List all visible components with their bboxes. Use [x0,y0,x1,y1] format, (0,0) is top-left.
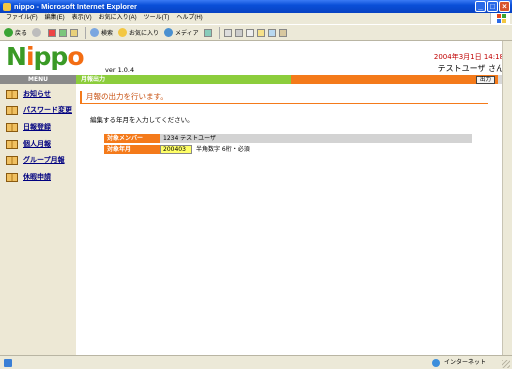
menu-help[interactable]: ヘルプ(H) [176,13,202,24]
sidebar-heading: MENU [0,75,76,84]
globe-icon [432,359,440,367]
section-bar-accent [291,75,498,84]
favorites-label: お気に入り [129,31,160,37]
book-icon [6,155,18,165]
menu-tools[interactable]: ツール(T) [144,13,170,24]
sidebar-item-password[interactable]: パスワード変更 [6,104,72,116]
sidebar-item-notice[interactable]: お知らせ [6,88,51,100]
sidebar-item-daily-report[interactable]: 日報登録 [6,121,51,133]
menu-view[interactable]: 表示(V) [72,13,92,24]
search-button[interactable]: 検索 [90,28,113,37]
status-bar: インターネット [0,355,512,369]
windows-logo-icon [490,13,510,24]
member-label: 対象メンバー [104,134,160,143]
forward-button[interactable] [32,28,43,37]
sidebar-item-label[interactable]: パスワード変更 [23,105,72,115]
star-icon [118,28,128,37]
user-name: テストユーザ さん [437,64,504,73]
yearmonth-row: 対象年月 200403 半角数字 6桁・必須 [104,145,472,154]
back-button[interactable]: 戻る [4,28,27,37]
zone-label: インターネット [444,360,487,366]
back-arrow-icon [4,28,13,37]
toolbar-separator [218,26,220,39]
media-button[interactable]: メディア [164,28,199,37]
current-datetime: 2004年3月1日 14:18 [433,53,504,61]
stop-icon[interactable] [48,28,57,37]
sidebar-item-label[interactable]: 休暇申請 [23,172,51,182]
discuss-icon[interactable] [256,28,265,37]
forward-arrow-icon [32,28,42,37]
print-icon[interactable] [234,28,243,37]
favorites-button[interactable]: お気に入り [118,28,159,37]
resize-grip[interactable] [502,360,510,368]
media-icon [164,28,174,37]
member-row: 対象メンバー 1234 テストユーザ [104,134,472,143]
member-value: 1234 テストユーザ [163,135,217,142]
menu-file[interactable]: ファイル(F) [6,13,38,24]
instruction-text: 編集する年月を入力してください。 [90,116,194,124]
page-status-icon [4,359,12,367]
back-label: 戻る [15,31,28,37]
book-icon [6,139,18,149]
edit-icon[interactable] [245,28,254,37]
search-icon [90,28,100,37]
nippo-logo: Nippo [6,42,85,71]
sidebar-item-personal-monthly[interactable]: 個人月報 [6,138,51,150]
browser-toolbar: 戻る 検索 お気に入り メディア [0,24,512,41]
minimize-button[interactable]: _ [475,1,486,12]
home-icon[interactable] [70,28,79,37]
page-title: 月報の出力を行います。 [80,91,488,104]
sidebar-item-label[interactable]: 日報登録 [23,122,51,132]
book-icon [6,172,18,182]
research-icon[interactable] [278,28,287,37]
sidebar-item-group-monthly[interactable]: グループ月報 [6,154,65,166]
version-label: ver 1.0.4 [105,66,135,74]
output-button[interactable]: 出力 [476,76,495,84]
sidebar-item-label[interactable]: お知らせ [23,89,51,99]
refresh-icon[interactable] [59,28,68,37]
yearmonth-hint: 半角数字 6桁・必須 [196,146,250,153]
ie-app-icon [3,3,11,11]
sidebar-item-leave-request[interactable]: 休暇申請 [6,171,51,183]
book-icon [6,89,18,99]
maximize-button[interactable]: □ [487,1,498,12]
window-title: nippo - Microsoft Internet Explorer [14,2,137,11]
toolbar-separator [85,26,87,39]
history-icon[interactable] [203,28,212,37]
yearmonth-input[interactable]: 200403 [160,145,192,154]
yearmonth-label: 対象年月 [104,145,160,154]
menu-bar: ファイル(F) 編集(E) 表示(V) お気に入り(A) ツール(T) ヘルプ(… [0,13,512,24]
menu-favorites[interactable]: お気に入り(A) [99,13,137,24]
media-label: メディア [175,31,199,37]
security-zone: インターネット [432,356,486,369]
vertical-scrollbar[interactable] [502,41,512,355]
window-titlebar: nippo - Microsoft Internet Explorer _ □ … [0,0,512,13]
book-icon [6,105,18,115]
search-label: 検索 [101,31,114,37]
sidebar-item-label[interactable]: グループ月報 [23,155,65,165]
sidebar [0,75,76,355]
section-bar: 月報出力 [76,75,291,84]
menu-edit[interactable]: 編集(E) [45,13,65,24]
sidebar-item-label[interactable]: 個人月報 [23,139,51,149]
close-button[interactable]: × [499,1,510,12]
messenger-icon[interactable] [267,28,276,37]
mail-icon[interactable] [223,28,232,37]
book-icon [6,122,18,132]
